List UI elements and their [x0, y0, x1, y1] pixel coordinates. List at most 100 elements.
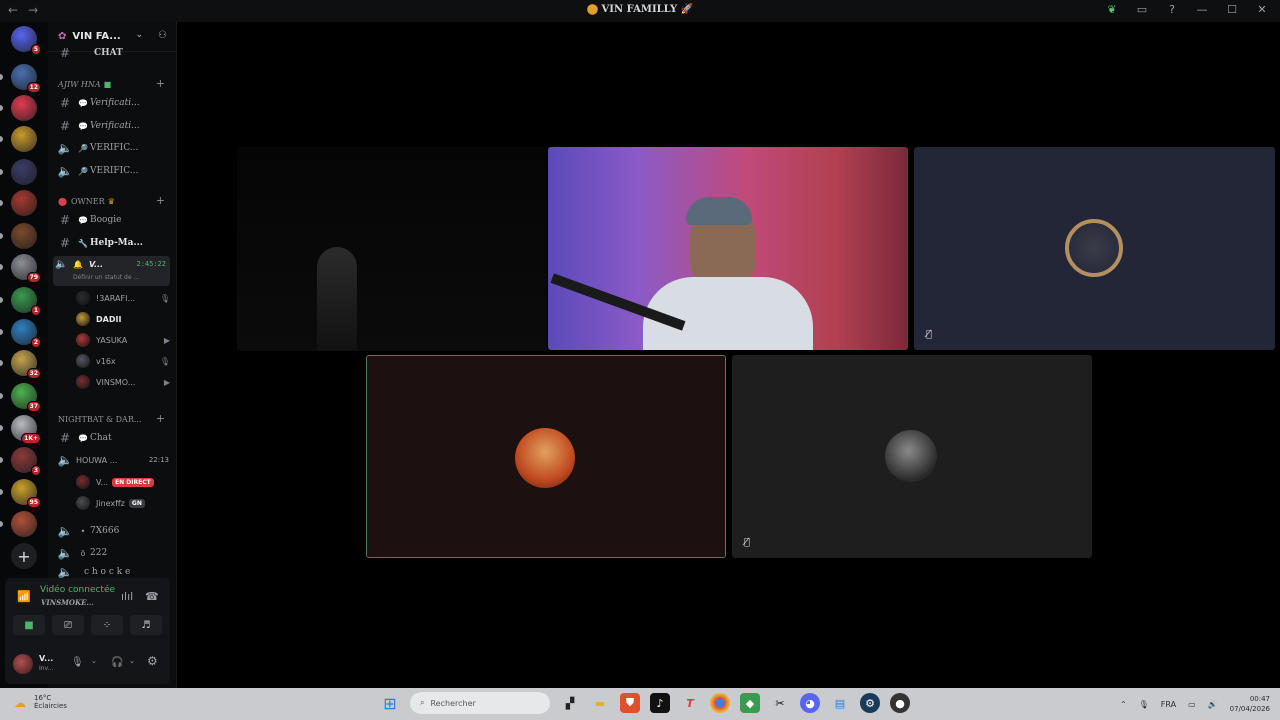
close-button[interactable]: ✕: [1254, 3, 1270, 16]
capcut-icon[interactable]: ✂: [770, 693, 790, 713]
chevron-down-icon[interactable]: ⌄: [135, 30, 143, 40]
voice-member[interactable]: Jinexffz GN: [76, 493, 174, 513]
server-icon[interactable]: 3: [11, 447, 41, 476]
category-nightbat[interactable]: NIGHTBAT & DAR... +: [48, 412, 177, 426]
server-icon[interactable]: 32: [11, 350, 41, 379]
language-indicator[interactable]: FRA: [1161, 700, 1176, 709]
channel-verification-1[interactable]: # 💬 Verificati...: [48, 93, 177, 113]
server-icon[interactable]: [11, 126, 37, 152]
chevron-down-icon[interactable]: ⌄: [129, 657, 135, 665]
category-ajiw-hna[interactable]: AJIW HNA ■ +: [48, 77, 177, 91]
maximize-button[interactable]: ☐: [1224, 3, 1240, 16]
server-icon[interactable]: 37: [11, 383, 41, 412]
server-icon[interactable]: 1K+: [11, 415, 41, 444]
headphones-icon[interactable]: 🎧: [111, 657, 123, 668]
inbox-icon[interactable]: ▭: [1134, 3, 1150, 16]
video-tile-streamer[interactable]: [548, 147, 908, 350]
microphone-icon[interactable]: 🎙: [71, 657, 84, 668]
camera-button[interactable]: ■: [13, 615, 45, 635]
server-icon[interactable]: 5: [11, 26, 41, 55]
server-icon[interactable]: 12: [11, 64, 41, 93]
voice-channel-chocke[interactable]: 🔈 c h o c k e: [48, 566, 177, 578]
avatar[interactable]: [13, 654, 33, 674]
noise-suppression-icon[interactable]: ılıl: [121, 590, 133, 603]
voice-member[interactable]: DADII: [76, 309, 174, 329]
server-icon[interactable]: [11, 511, 37, 537]
task-view-icon[interactable]: ▞: [560, 693, 580, 713]
search-box[interactable]: ⌕ Rechercher: [410, 692, 550, 714]
server-icon[interactable]: [11, 223, 37, 249]
steam-icon[interactable]: ⚙: [860, 693, 880, 713]
voice-channel-name[interactable]: VINSMOKE...: [41, 598, 94, 607]
voice-connected-label[interactable]: Vidéo connectée: [40, 585, 115, 595]
voice-channel-active[interactable]: 🔈 🔔 V... 2:45:22 Définir un statut de ..…: [53, 256, 170, 286]
server-icon[interactable]: [11, 95, 37, 121]
voice-channel-7x666[interactable]: 🔈 • 7X666: [48, 521, 177, 541]
channel-help-make[interactable]: # 🔧 Help-Ma...: [48, 233, 177, 253]
file-explorer-icon[interactable]: ▬: [590, 693, 610, 713]
add-channel-icon[interactable]: +: [156, 194, 165, 207]
app-icon-green[interactable]: ◆: [740, 693, 760, 713]
clock[interactable]: 00:47 07/04/2026: [1230, 694, 1270, 714]
voice-member[interactable]: YASUKA ▶: [76, 330, 174, 350]
voice-channel-222[interactable]: 🔈 ö 222: [48, 543, 177, 563]
add-channel-icon[interactable]: +: [156, 412, 165, 425]
discord-icon[interactable]: ◕: [800, 693, 820, 713]
chrome-icon[interactable]: [710, 693, 730, 713]
voice-channel-label: V...: [89, 260, 104, 269]
member-name: DADII: [96, 314, 122, 324]
gear-icon[interactable]: ⚙: [147, 654, 158, 668]
video-tile-avatar-ring[interactable]: 🎙̸: [914, 147, 1275, 350]
channel-boogie[interactable]: # 💬 Boogie: [48, 210, 177, 230]
network-icon[interactable]: ▭: [1188, 700, 1196, 709]
volume-icon[interactable]: 🔊: [1208, 700, 1218, 709]
activities-button[interactable]: ⁘: [91, 615, 123, 635]
dim-camera-tile[interactable]: [237, 147, 547, 351]
avatar: [885, 430, 937, 482]
voice-member[interactable]: v16x 🎙: [76, 351, 174, 371]
chevron-up-icon[interactable]: ⌃: [1120, 700, 1127, 709]
screen-share-button[interactable]: ⎚: [52, 615, 84, 635]
server-icon[interactable]: 1: [11, 287, 41, 316]
nitro-icon[interactable]: ❦: [1104, 3, 1120, 16]
text-app-icon[interactable]: T: [680, 693, 700, 713]
voice-verification-1[interactable]: 🔈 🔎 VERIFIC...: [48, 138, 177, 158]
brave-icon[interactable]: ⛊: [620, 693, 640, 713]
soundboard-button[interactable]: ♬: [130, 615, 162, 635]
voice-member[interactable]: V... EN DIRECT: [76, 472, 174, 492]
notepad-icon[interactable]: ▤: [830, 693, 850, 713]
signal-icon[interactable]: 📶: [17, 590, 31, 603]
channel-verification-2[interactable]: # 💬 Verificati...: [48, 116, 177, 136]
disconnect-icon[interactable]: ☎: [145, 590, 159, 603]
video-tile-avatar-dark[interactable]: 🎙̸: [732, 355, 1092, 558]
channel-chat-partial[interactable]: # CHAT: [48, 46, 177, 60]
server-icon[interactable]: 95: [11, 479, 41, 508]
microphone-icon[interactable]: 🎙: [1139, 700, 1149, 709]
voice-channel-houwa[interactable]: 🔈 HOUWA ... 22:13: [48, 450, 177, 470]
voice-member[interactable]: VINSMO... ▶: [76, 372, 174, 392]
minimize-button[interactable]: —: [1194, 3, 1210, 16]
unread-indicator: [0, 74, 3, 80]
avatar: [76, 333, 90, 347]
video-tile-speaking[interactable]: [366, 355, 726, 558]
server-icon[interactable]: 2: [11, 319, 41, 348]
add-channel-icon[interactable]: +: [156, 77, 165, 90]
start-icon[interactable]: ⊞: [380, 693, 400, 713]
channel-chat[interactable]: # 💬 Chat: [48, 428, 177, 448]
invite-people-icon[interactable]: ⚇: [158, 30, 167, 41]
server-icon[interactable]: [11, 159, 37, 185]
channel-label: Boogie: [90, 215, 122, 225]
voice-verification-2[interactable]: 🔈 🔎 VERIFIC...: [48, 161, 177, 181]
tiktok-icon[interactable]: ♪: [650, 693, 670, 713]
server-icon[interactable]: 79: [11, 254, 41, 283]
chevron-down-icon[interactable]: ⌄: [91, 657, 97, 665]
set-status-link[interactable]: Définir un statut de ...: [73, 274, 139, 281]
voice-member[interactable]: !3ARAFI... 🎙: [76, 288, 174, 308]
obs-icon[interactable]: ●: [890, 693, 910, 713]
add-server-button[interactable]: +: [11, 543, 37, 569]
help-icon[interactable]: ?: [1164, 3, 1180, 16]
weather-widget[interactable]: ☁ 16°C Éclaircies: [14, 694, 67, 710]
category-owner[interactable]: ⬤ OWNER ♛ +: [48, 194, 177, 208]
server-icon[interactable]: [11, 190, 37, 216]
crown-icon: ♛: [107, 196, 115, 206]
